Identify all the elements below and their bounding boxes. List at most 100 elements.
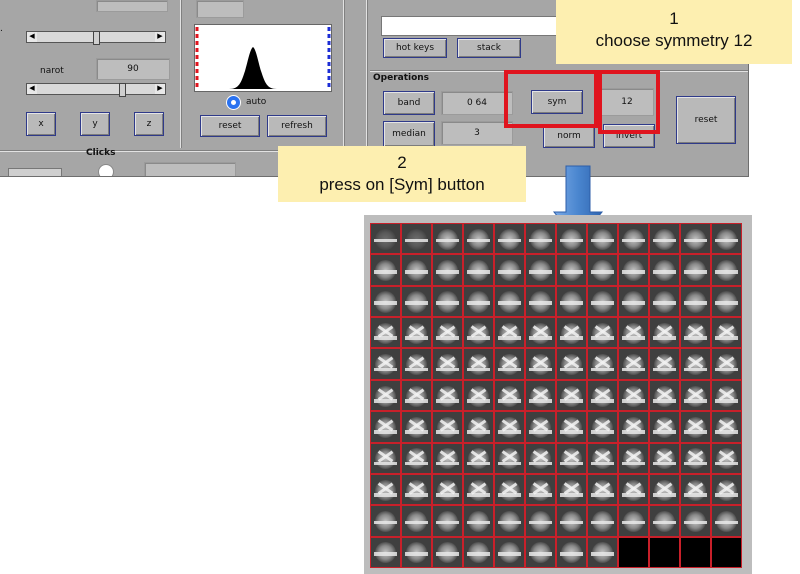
gallery-tile[interactable]: [618, 411, 649, 443]
gallery-tile[interactable]: [525, 379, 556, 412]
gallery-tile[interactable]: [494, 348, 525, 380]
gallery-tile[interactable]: [370, 536, 401, 568]
median-button[interactable]: median: [383, 121, 435, 147]
gallery-tile[interactable]: [680, 223, 711, 255]
gallery-tile[interactable]: [401, 348, 432, 380]
gallery-tile[interactable]: [711, 379, 742, 412]
gallery-tile[interactable]: [463, 254, 494, 286]
gallery-tile[interactable]: [494, 505, 525, 537]
gallery-tile[interactable]: [587, 285, 618, 318]
gallery-tile[interactable]: [649, 223, 680, 255]
gallery-tile[interactable]: [432, 536, 463, 568]
gallery-tile[interactable]: [680, 348, 711, 380]
gallery-tile[interactable]: [618, 285, 649, 318]
gallery-tile[interactable]: [680, 411, 711, 443]
gallery-tile[interactable]: [494, 379, 525, 412]
gallery-tile[interactable]: [463, 317, 494, 349]
gallery-tile[interactable]: [556, 411, 587, 443]
gallery-tile[interactable]: [525, 505, 556, 537]
gallery-tile[interactable]: [618, 223, 649, 255]
gallery-tile[interactable]: [587, 223, 618, 255]
gallery-tile[interactable]: [525, 285, 556, 318]
top-slider[interactable]: ◀ ▶: [26, 31, 166, 45]
gallery-tile[interactable]: [370, 442, 401, 474]
gallery-tile[interactable]: [680, 536, 711, 568]
gallery-tile[interactable]: [494, 442, 525, 474]
gallery-tile[interactable]: [370, 254, 401, 286]
top-field[interactable]: [96, 0, 168, 12]
gallery-tile[interactable]: [711, 411, 742, 443]
gallery-tile[interactable]: [463, 473, 494, 506]
gallery-tile[interactable]: [401, 411, 432, 443]
slider-left-arrow-icon[interactable]: ◀: [27, 84, 37, 94]
gallery-tile[interactable]: [401, 505, 432, 537]
gallery-tile[interactable]: [432, 505, 463, 537]
gallery-tile[interactable]: [556, 285, 587, 318]
gallery-tile[interactable]: [711, 317, 742, 349]
hist-reset-button[interactable]: reset: [200, 115, 260, 137]
gallery-tile[interactable]: [463, 536, 494, 568]
gallery-tile[interactable]: [618, 379, 649, 412]
gallery-tile[interactable]: [711, 348, 742, 380]
narot-value-field[interactable]: 90: [96, 58, 170, 80]
gallery-tile[interactable]: [587, 379, 618, 412]
gallery-tile[interactable]: [711, 254, 742, 286]
gallery-tile[interactable]: [618, 442, 649, 474]
gallery-tile[interactable]: [556, 505, 587, 537]
gallery-tile[interactable]: [463, 442, 494, 474]
slider-thumb[interactable]: [93, 31, 100, 45]
gallery-tile[interactable]: [587, 442, 618, 474]
gallery-tile[interactable]: [556, 442, 587, 474]
band-button[interactable]: band: [383, 91, 435, 115]
slider-right-arrow-icon[interactable]: ▶: [155, 84, 165, 94]
gallery-tile[interactable]: [525, 536, 556, 568]
gallery-tile[interactable]: [370, 285, 401, 318]
gallery-tile[interactable]: [649, 285, 680, 318]
gallery-tile[interactable]: [680, 254, 711, 286]
gallery-tile[interactable]: [432, 285, 463, 318]
gallery-tile[interactable]: [587, 317, 618, 349]
gallery-tile[interactable]: [494, 285, 525, 318]
gallery-tile[interactable]: [525, 473, 556, 506]
gallery-tile[interactable]: [556, 317, 587, 349]
gallery-tile[interactable]: [494, 536, 525, 568]
gallery-tile[interactable]: [711, 223, 742, 255]
gallery-tile[interactable]: [494, 317, 525, 349]
clicks-left-field[interactable]: [8, 168, 62, 176]
gallery-tile[interactable]: [370, 317, 401, 349]
gallery-tile[interactable]: [618, 317, 649, 349]
gallery-tile[interactable]: [432, 411, 463, 443]
gallery-tile[interactable]: [711, 536, 742, 568]
gallery-tile[interactable]: [432, 223, 463, 255]
gallery-tile[interactable]: [711, 285, 742, 318]
gallery-tile[interactable]: [649, 348, 680, 380]
gallery-tile[interactable]: [680, 317, 711, 349]
slider-left-arrow-icon[interactable]: ◀: [27, 32, 37, 42]
gallery-tile[interactable]: [618, 505, 649, 537]
gallery-tile[interactable]: [525, 254, 556, 286]
gallery-tile[interactable]: [525, 317, 556, 349]
gallery-tile[interactable]: [370, 473, 401, 506]
z-axis-button[interactable]: z: [134, 112, 164, 136]
gallery-tile[interactable]: [587, 536, 618, 568]
gallery-tile[interactable]: [618, 473, 649, 506]
gallery-tile[interactable]: [556, 348, 587, 380]
gallery-tile[interactable]: [587, 473, 618, 506]
gallery-tile[interactable]: [618, 348, 649, 380]
gallery-tile[interactable]: [556, 473, 587, 506]
band-value-field[interactable]: 0 64: [441, 91, 513, 115]
gallery-tile[interactable]: [401, 536, 432, 568]
gallery-tile[interactable]: [649, 505, 680, 537]
gallery-tile[interactable]: [649, 442, 680, 474]
gallery-tile[interactable]: [463, 223, 494, 255]
gallery-tile[interactable]: [711, 442, 742, 474]
gallery-tile[interactable]: [649, 411, 680, 443]
gallery-tile[interactable]: [463, 505, 494, 537]
gallery-tile[interactable]: [556, 223, 587, 255]
gallery-tile[interactable]: [370, 348, 401, 380]
gallery-tile[interactable]: [463, 411, 494, 443]
clicks-field[interactable]: [144, 162, 236, 176]
gallery-tile[interactable]: [649, 379, 680, 412]
slider-thumb[interactable]: [119, 83, 126, 97]
slider-right-arrow-icon[interactable]: ▶: [155, 32, 165, 42]
